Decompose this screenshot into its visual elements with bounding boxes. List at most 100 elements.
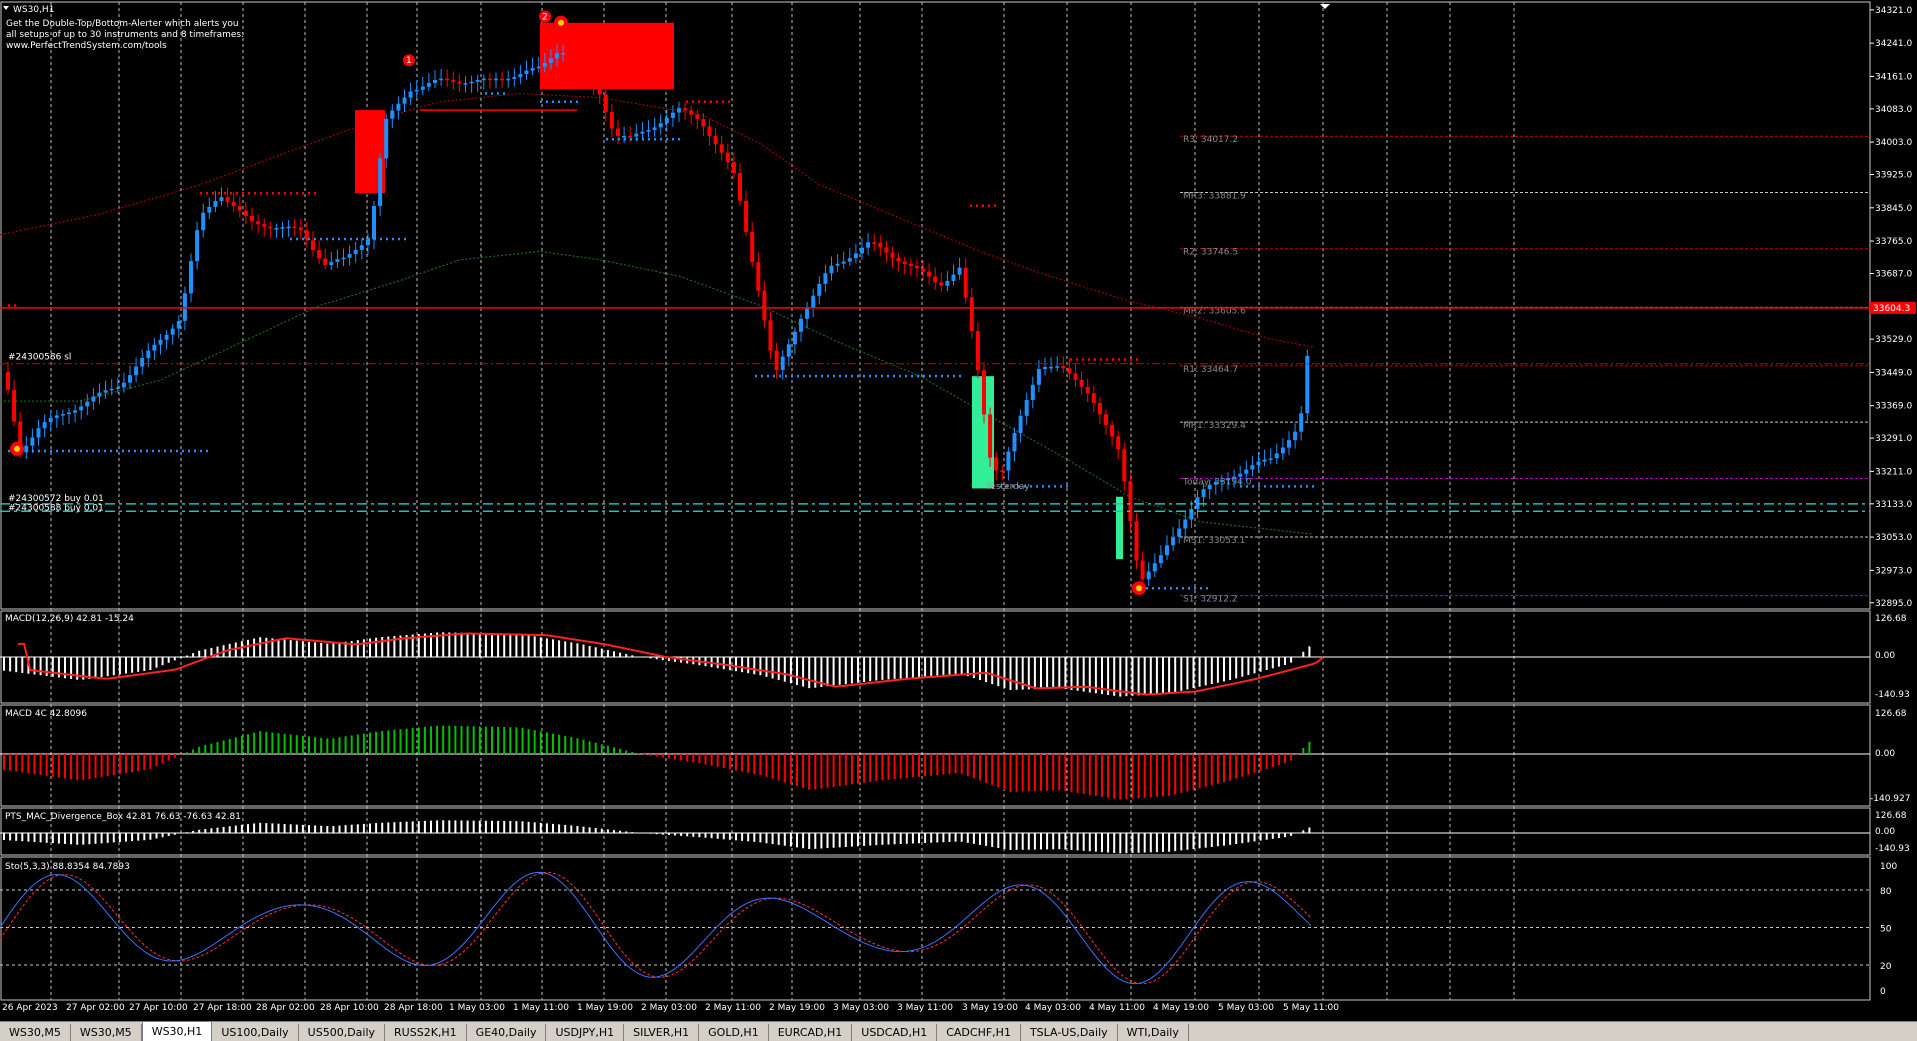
candle-body bbox=[48, 418, 53, 423]
macd-scale-top: 126.68 bbox=[1875, 614, 1907, 624]
candle-body bbox=[933, 276, 938, 283]
candle-body bbox=[225, 197, 230, 203]
time-label: 4 May 11:00 bbox=[1089, 1003, 1145, 1013]
candle-body bbox=[1140, 560, 1145, 580]
candle-body bbox=[353, 249, 358, 255]
double-top-box bbox=[540, 22, 674, 90]
candle-body bbox=[1232, 476, 1237, 479]
candle-body bbox=[433, 80, 437, 84]
candle-body bbox=[707, 126, 712, 137]
candle-body bbox=[573, 57, 578, 63]
candle-body bbox=[219, 197, 224, 201]
candle-body bbox=[658, 123, 663, 128]
candle-body bbox=[774, 350, 779, 370]
candle-body bbox=[115, 387, 120, 389]
time-label: 5 May 03:00 bbox=[1218, 1003, 1274, 1013]
macd-4c-panel[interactable]: MACD 4C 42.8096 126.68 0.00 -140.927 bbox=[5, 709, 1910, 804]
panel-frame bbox=[0, 807, 1871, 856]
candle-body bbox=[231, 202, 236, 207]
promo-line-3[interactable]: www.PerfectTrendSystem.com/tools bbox=[6, 41, 167, 51]
candle-body bbox=[1256, 461, 1261, 466]
candle-body bbox=[853, 253, 858, 259]
price-axis: 34321.0 34241.0 34161.0 34083.0 34003.0 33925… bbox=[0, 6, 1916, 609]
price-candles bbox=[6, 44, 1310, 587]
candle-body bbox=[847, 258, 852, 262]
candle-body bbox=[54, 415, 59, 419]
candle-body bbox=[579, 62, 584, 68]
candle-body bbox=[884, 247, 889, 253]
candle-body bbox=[134, 366, 139, 376]
candle-body bbox=[1280, 447, 1285, 454]
candle-body bbox=[872, 242, 877, 244]
candle-body bbox=[628, 136, 633, 138]
candle-body bbox=[487, 78, 492, 81]
candle-body bbox=[689, 110, 694, 115]
candle-body bbox=[414, 89, 419, 92]
tab-usdjpy-h1[interactable]: USDJPY,H1 bbox=[546, 1024, 625, 1041]
candle-body bbox=[426, 83, 431, 87]
candle-body bbox=[1183, 519, 1188, 529]
candle-body bbox=[408, 91, 413, 98]
stochastic-panel[interactable]: Sto(5,3,3) 88.8354 84.7893 bbox=[5, 862, 130, 872]
candle-body bbox=[1018, 415, 1023, 433]
pivot-levels: R3: 34017.2MR3: 33881.9R2: 33746.5MR2: 3… bbox=[1180, 135, 1870, 605]
candle-body bbox=[1061, 366, 1066, 369]
time-label: 3 May 19:00 bbox=[962, 1003, 1018, 1013]
candle-body bbox=[670, 112, 675, 118]
candle-body bbox=[1189, 508, 1194, 520]
candle-body bbox=[390, 110, 395, 119]
candle-body bbox=[805, 307, 810, 319]
candle-body bbox=[164, 334, 169, 340]
tab-silver-h1[interactable]: SILVER,H1 bbox=[624, 1024, 700, 1041]
candle-body bbox=[762, 290, 767, 321]
tab-us500-daily[interactable]: US500,Daily bbox=[299, 1024, 386, 1041]
candle-body bbox=[1012, 432, 1017, 452]
macd4c-scale-top: 126.68 bbox=[1875, 709, 1907, 719]
tab-cadchf-h1[interactable]: CADCHF,H1 bbox=[937, 1024, 1021, 1041]
time-label: 27 Apr 18:00 bbox=[193, 1003, 252, 1013]
tab-ws30-m5[interactable]: WS30,M5 bbox=[0, 1024, 71, 1041]
time-label: 28 Apr 10:00 bbox=[320, 1003, 379, 1013]
candle-body bbox=[951, 274, 956, 281]
candle-body bbox=[719, 144, 724, 153]
candle-body bbox=[128, 375, 132, 383]
time-label: 1 May 03:00 bbox=[449, 1003, 505, 1013]
tab-ge40-daily[interactable]: GE40,Daily bbox=[467, 1024, 547, 1041]
candle-body bbox=[243, 210, 248, 216]
candle-body bbox=[1128, 481, 1133, 522]
tab-gold-h1[interactable]: GOLD,H1 bbox=[699, 1024, 769, 1041]
candle-body bbox=[860, 247, 864, 254]
tab-ws30-h1[interactable]: WS30,H1 bbox=[141, 1022, 213, 1041]
moving-averages bbox=[0, 92, 1314, 535]
stoch-scale-label: 100 bbox=[1880, 862, 1897, 872]
candle-body bbox=[292, 226, 297, 229]
tab-us100-daily[interactable]: US100,Daily bbox=[212, 1024, 299, 1041]
chart-grid bbox=[0, 1, 1871, 1001]
candle-body bbox=[6, 372, 10, 390]
candle-body bbox=[878, 243, 883, 248]
tab-wti-daily[interactable]: WTI,Daily bbox=[1118, 1024, 1189, 1041]
time-label: 4 May 19:00 bbox=[1153, 1003, 1209, 1013]
candle-body bbox=[896, 257, 901, 262]
top-marker-2-core bbox=[558, 19, 564, 26]
candle-body bbox=[201, 212, 206, 231]
main-price-panel[interactable]: R3: 34017.2MR3: 33881.9R2: 33746.5MR2: 3… bbox=[0, 4, 1870, 605]
collapse-arrow-icon[interactable] bbox=[3, 6, 9, 10]
shift-marker-icon[interactable] bbox=[1320, 4, 1330, 9]
candle-body bbox=[195, 230, 200, 262]
candle-body bbox=[378, 158, 383, 206]
candle-body bbox=[1146, 571, 1151, 580]
tab-eurcad-h1[interactable]: EURCAD,H1 bbox=[769, 1024, 853, 1041]
tab-ws30-m5[interactable]: WS30,M5 bbox=[71, 1024, 142, 1041]
pattern-point-1-label: 1 bbox=[406, 56, 412, 66]
chart-area[interactable]: R3: 34017.2MR3: 33881.9R2: 33746.5MR2: 3… bbox=[0, 0, 1917, 1021]
tab-tsla-us-daily[interactable]: TSLA-US,Daily bbox=[1021, 1024, 1118, 1041]
tab-usdcad-h1[interactable]: USDCAD,H1 bbox=[852, 1024, 938, 1041]
candle-body bbox=[1238, 473, 1243, 477]
price-label: 34241.0 bbox=[1875, 39, 1912, 49]
candle-body bbox=[1207, 484, 1212, 490]
candle-body bbox=[439, 78, 444, 81]
candle-body bbox=[121, 382, 126, 388]
tab-russ2k-h1[interactable]: RUSS2K,H1 bbox=[385, 1024, 467, 1041]
candle-body bbox=[799, 318, 803, 332]
